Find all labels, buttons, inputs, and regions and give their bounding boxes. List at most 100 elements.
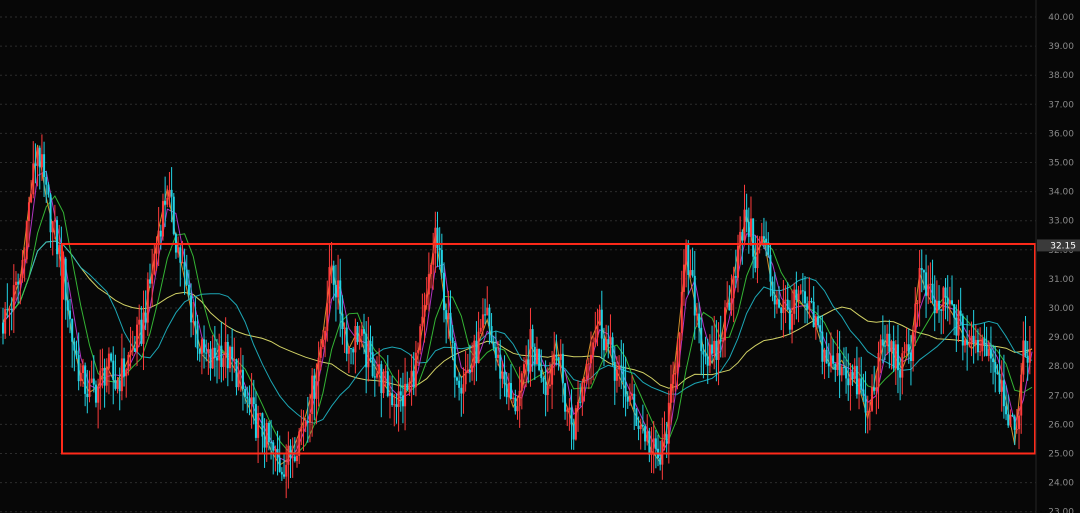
candle-body [118,380,121,392]
candle-body [810,301,813,303]
candle-body [75,350,78,356]
candle-body [639,425,642,430]
candle-body [963,340,966,346]
candle-body [136,324,139,352]
candle-body [635,409,638,426]
candle-body [804,291,807,304]
candle-body [836,353,839,370]
candle-body [291,456,294,458]
candle-body [667,402,670,444]
candle-body [278,458,281,472]
candle-body [542,377,545,382]
candle-body [419,326,422,351]
candle-body [518,390,521,407]
candle-body [816,316,819,326]
candle-body [946,297,949,305]
candle-body [983,338,986,345]
candle-body [544,381,547,396]
candle-body [752,218,755,257]
candle-body [877,352,880,388]
candle-body [445,310,448,320]
candle-body [1005,406,1008,415]
candle-body [155,245,158,254]
candle-body [516,406,519,412]
y-tick-label: 30.00 [1048,304,1074,314]
candle-body [659,458,662,465]
candle-body [661,439,664,465]
candle-body [873,387,876,391]
candle-body [620,365,623,367]
candle-body [678,332,681,351]
candle-body [185,269,188,285]
candle-body [161,201,164,237]
candle-body [886,333,889,347]
candle-body [834,363,837,370]
candle-body [624,381,627,397]
candle-body [607,339,610,345]
candle-body [283,474,286,477]
candle-body [1002,380,1005,407]
candle-body [127,354,130,370]
candle-body [356,326,359,343]
candle-body [328,267,331,304]
candle-body [458,380,461,388]
candle-body [421,316,424,327]
candle-body [209,349,212,369]
candle-body [855,365,858,395]
candle-body [88,382,91,398]
candle-body [71,318,74,342]
candle-body [21,259,24,279]
candle-body [1009,414,1012,426]
candle-body [417,350,420,353]
candle-body [942,287,945,311]
candle-body [384,371,387,373]
candle-body [600,309,603,339]
candle-body [213,347,216,358]
candle-body [708,344,711,366]
candle-body [594,337,597,343]
y-tick-label: 26.00 [1048,420,1074,430]
candle-body [648,431,651,455]
y-tick-label: 36.00 [1048,129,1074,139]
candle-body [862,389,865,396]
candle-body [198,348,201,354]
stock-chart: 23.00 24.00 25.00 26.00 27.00 28.00 29.00 30.00… [0,0,1080,513]
candle-body [308,414,311,423]
candle-body [477,331,480,364]
candle-body [159,230,162,237]
candle-body [263,436,266,448]
candle-body [801,290,804,292]
candle-body [66,300,69,311]
y-tick-label: 29.00 [1048,333,1074,343]
candle-body [112,360,115,380]
candle-body [427,274,430,295]
candle-body [786,299,789,310]
candle-body [974,339,977,343]
candle-body [663,434,666,440]
candle-body [1015,429,1018,431]
candle-body [922,270,925,273]
candle-body [449,312,452,338]
candle-body [298,431,301,456]
candle-body [140,319,143,344]
candle-body [79,372,82,382]
candle-body [168,189,171,198]
candle-body [979,351,982,353]
candle-body [791,313,794,330]
candle-body [129,350,132,355]
candle-body [609,337,612,345]
candle-body [587,363,590,365]
candle-body [324,330,327,340]
candle-body [287,445,290,465]
candle-body [226,341,229,369]
candle-body [157,230,160,246]
candle-body [998,373,1001,392]
candle-body [847,378,850,386]
candle-body [574,408,577,440]
candle-body [304,421,307,427]
candle-body [488,307,491,327]
candle-body [423,305,426,317]
candle-body [274,448,277,451]
candle-body [797,293,800,300]
candle-body [107,353,110,369]
